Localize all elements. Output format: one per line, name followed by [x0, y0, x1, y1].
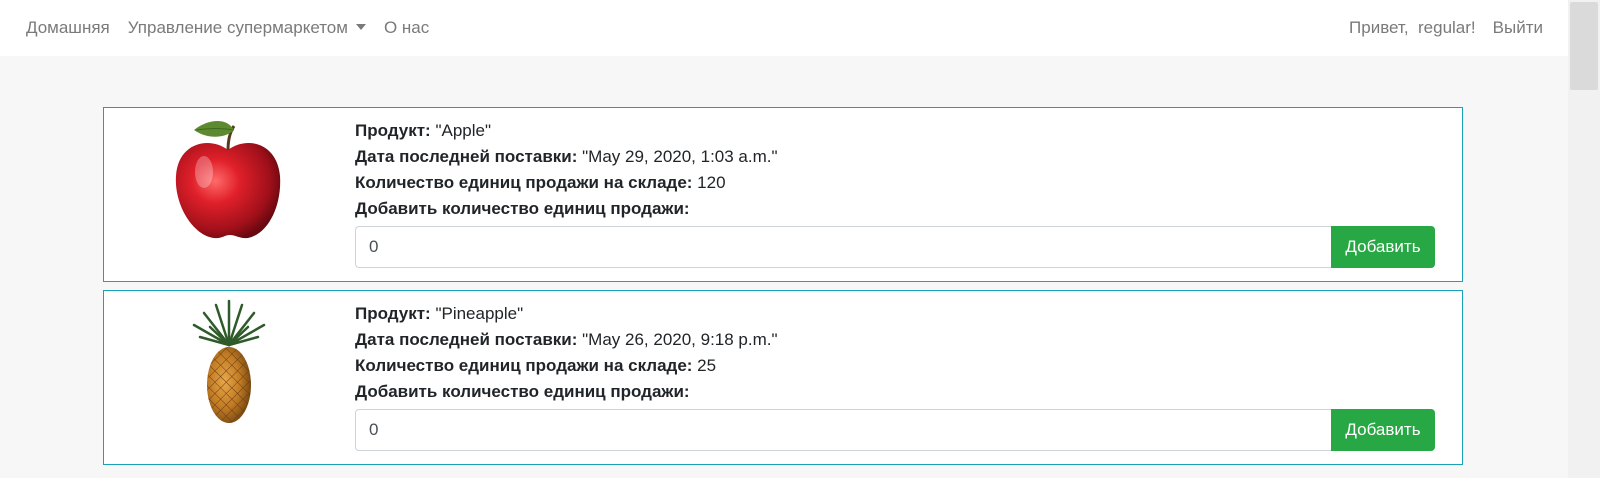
product-info: Продукт: "Pineapple" Дата последней пост… — [355, 302, 778, 406]
product-label: Продукт: — [355, 121, 431, 140]
nav-right: Привет, regular! Выйти — [1332, 18, 1543, 38]
delivery-label: Дата последней поставки: — [355, 147, 578, 166]
top-navbar: Домашняя Управление супермаркетом О нас … — [0, 0, 1568, 56]
add-quantity-row: Добавить количество единиц продажи: — [355, 380, 778, 406]
quantity-input[interactable] — [355, 409, 1331, 451]
stock-value: 120 — [692, 173, 726, 192]
delivery-date-row: Дата последней поставки: "May 29, 2020, … — [355, 145, 778, 171]
add-button[interactable]: Добавить — [1331, 226, 1435, 268]
product-info: Продукт: "Apple" Дата последней поставки… — [355, 119, 778, 223]
pineapple-image — [192, 299, 266, 423]
nav-management-label: Управление супермаркетом — [127, 18, 348, 37]
delivery-date-row: Дата последней поставки: "May 26, 2020, … — [355, 328, 778, 354]
add-quantity-form: Добавить — [355, 409, 1435, 451]
product-value: "Pineapple" — [430, 304, 524, 323]
add-quantity-label: Добавить количество единиц продажи: — [355, 199, 690, 218]
add-button[interactable]: Добавить — [1331, 409, 1435, 451]
product-name-row: Продукт: "Apple" — [355, 119, 778, 145]
nav-about-link[interactable]: О нас — [384, 18, 429, 38]
add-quantity-form: Добавить — [355, 226, 1435, 268]
product-label: Продукт: — [355, 304, 431, 323]
product-name-row: Продукт: "Pineapple" — [355, 302, 778, 328]
stock-value: 25 — [692, 356, 717, 375]
nav-left: Домашняя Управление супермаркетом О нас — [26, 18, 447, 38]
product-value: "Apple" — [430, 121, 491, 140]
delivery-value: "May 29, 2020, 1:03 a.m." — [577, 147, 778, 166]
quantity-input[interactable] — [355, 226, 1331, 268]
nav-home-link[interactable]: Домашняя — [26, 18, 110, 38]
add-quantity-label: Добавить количество единиц продажи: — [355, 382, 690, 401]
stock-row: Количество единиц продажи на складе: 25 — [355, 354, 778, 380]
stock-label: Количество единиц продажи на складе: — [355, 173, 693, 192]
product-card: Продукт: "Pineapple" Дата последней пост… — [103, 290, 1463, 465]
add-quantity-row: Добавить количество единиц продажи: — [355, 197, 778, 223]
caret-down-icon — [355, 24, 366, 30]
delivery-value: "May 26, 2020, 9:18 p.m." — [577, 330, 778, 349]
stock-label: Количество единиц продажи на складе: — [355, 356, 693, 375]
logout-link[interactable]: Выйти — [1493, 18, 1543, 38]
product-card: Продукт: "Apple" Дата последней поставки… — [103, 107, 1463, 282]
user-greeting[interactable]: Привет, regular! — [1349, 18, 1476, 38]
delivery-label: Дата последней поставки: — [355, 330, 578, 349]
apple-image — [175, 120, 281, 239]
scrollbar-thumb[interactable] — [1570, 2, 1598, 90]
nav-management-dropdown[interactable]: Управление супермаркетом — [128, 18, 366, 38]
stock-row: Количество единиц продажи на складе: 120 — [355, 171, 778, 197]
